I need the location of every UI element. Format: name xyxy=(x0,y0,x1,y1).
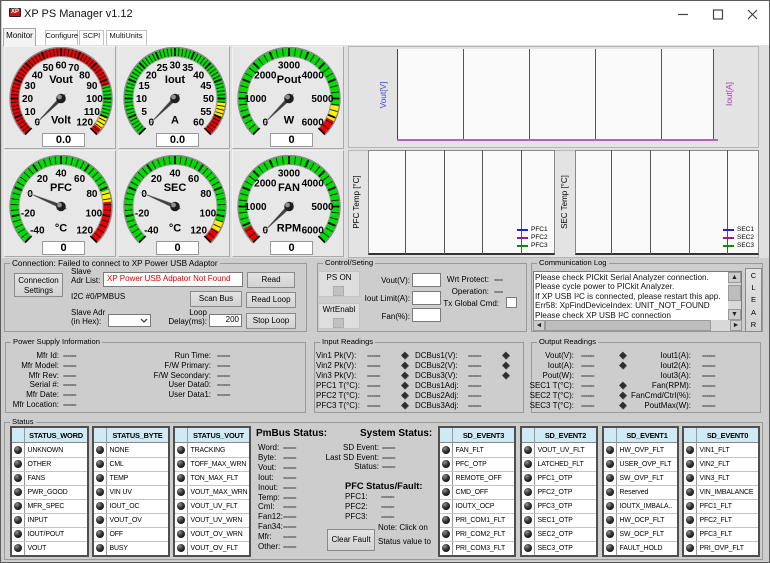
svg-text:60: 60 xyxy=(74,174,86,185)
svg-text:Vout: Vout xyxy=(49,74,73,86)
svg-text:60: 60 xyxy=(55,61,67,72)
svg-text:100: 100 xyxy=(86,94,103,105)
svg-text:°C: °C xyxy=(169,223,181,235)
svg-text:120: 120 xyxy=(190,226,207,237)
svg-text:Pout: Pout xyxy=(277,74,302,86)
svg-text:°C: °C xyxy=(55,223,67,235)
svg-text:120: 120 xyxy=(76,118,93,129)
svg-text:PFC: PFC xyxy=(50,182,72,194)
svg-text:40: 40 xyxy=(193,70,205,81)
svg-text:30: 30 xyxy=(169,61,181,72)
svg-text:10: 10 xyxy=(136,94,148,105)
svg-text:35: 35 xyxy=(182,63,194,74)
svg-text:1000: 1000 xyxy=(244,202,267,213)
svg-text:5000: 5000 xyxy=(311,202,334,213)
svg-text:5: 5 xyxy=(141,107,147,118)
svg-text:2000: 2000 xyxy=(254,178,277,189)
svg-text:40: 40 xyxy=(32,70,44,81)
svg-text:50: 50 xyxy=(43,63,55,74)
svg-text:60: 60 xyxy=(188,174,200,185)
svg-text:-40: -40 xyxy=(30,226,45,237)
svg-text:80: 80 xyxy=(200,189,212,200)
svg-text:40: 40 xyxy=(55,169,67,180)
svg-text:60: 60 xyxy=(193,118,205,129)
svg-text:15: 15 xyxy=(139,81,151,92)
svg-text:2000: 2000 xyxy=(254,70,277,81)
svg-text:25: 25 xyxy=(157,63,169,74)
svg-text:Volt: Volt xyxy=(51,115,71,127)
svg-text:55: 55 xyxy=(200,107,212,118)
svg-text:10: 10 xyxy=(25,107,37,118)
svg-text:3000: 3000 xyxy=(278,61,301,72)
svg-text:-40: -40 xyxy=(144,226,159,237)
svg-text:30: 30 xyxy=(25,81,37,92)
svg-text:6000: 6000 xyxy=(302,118,325,129)
svg-text:100: 100 xyxy=(200,209,217,220)
svg-text:Iout: Iout xyxy=(165,74,185,86)
svg-text:6000: 6000 xyxy=(302,226,325,237)
svg-text:A: A xyxy=(171,115,179,127)
svg-text:110: 110 xyxy=(84,107,101,118)
svg-text:20: 20 xyxy=(22,94,34,105)
svg-text:20: 20 xyxy=(146,70,158,81)
svg-text:80: 80 xyxy=(79,70,91,81)
svg-text:50: 50 xyxy=(203,94,215,105)
svg-text:20: 20 xyxy=(37,174,49,185)
svg-text:W: W xyxy=(284,115,295,127)
svg-text:3000: 3000 xyxy=(278,169,301,180)
svg-text:40: 40 xyxy=(169,169,181,180)
svg-text:1000: 1000 xyxy=(244,94,267,105)
svg-text:RPM: RPM xyxy=(277,223,301,235)
svg-text:70: 70 xyxy=(68,63,80,74)
svg-text:-20: -20 xyxy=(135,209,150,220)
svg-text:4000: 4000 xyxy=(302,70,325,81)
svg-text:SEC: SEC xyxy=(164,182,187,194)
svg-text:90: 90 xyxy=(86,81,98,92)
svg-text:20: 20 xyxy=(151,174,163,185)
svg-text:45: 45 xyxy=(200,81,212,92)
svg-text:100: 100 xyxy=(86,209,103,220)
svg-text:4000: 4000 xyxy=(302,178,325,189)
svg-text:80: 80 xyxy=(86,189,98,200)
svg-text:-20: -20 xyxy=(21,209,36,220)
svg-text:5000: 5000 xyxy=(311,94,334,105)
svg-text:FAN: FAN xyxy=(278,182,300,194)
svg-text:120: 120 xyxy=(76,226,93,237)
